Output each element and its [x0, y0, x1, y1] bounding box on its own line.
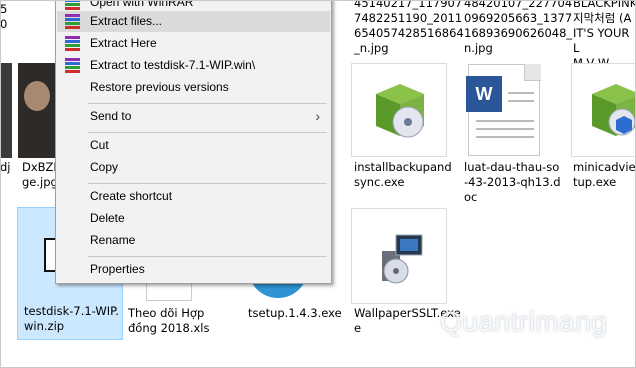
file-label-dj: dj [0, 160, 11, 174]
winrar-icon [65, 36, 80, 51]
file-label-jpg1[interactable]: 45140217_117907 7482251190_2011 65405742… [354, 0, 464, 56]
photo-thumbnail[interactable] [0, 63, 12, 158]
menu-item-cut[interactable]: Cut [57, 135, 330, 156]
menu-separator [88, 132, 327, 133]
partial-file-label: 5 0 [0, 2, 8, 31]
menu-item-extract-here[interactable]: Extract Here [57, 33, 330, 54]
word-document-icon[interactable]: W [466, 64, 548, 156]
menu-item-send-to[interactable]: Send to › [57, 106, 330, 127]
context-menu: Open with WinRAR Extract files... Extrac… [55, 0, 332, 284]
setup-computer-icon [382, 234, 423, 284]
menu-item-restore-previous-versions[interactable]: Restore previous versions [57, 77, 330, 98]
file-label-luat[interactable]: luat-dau-thau-so -43-2013-qh13.d oc [464, 160, 561, 205]
menu-item-create-shortcut[interactable]: Create shortcut [57, 186, 330, 207]
photo-thumbnail[interactable] [18, 63, 56, 158]
wallpaper-thumbnail[interactable] [351, 208, 447, 304]
winrar-icon [65, 58, 80, 73]
menu-item-extract-files[interactable]: Extract files... [57, 11, 330, 32]
winrar-icon [65, 14, 80, 29]
file-label-testdisk: testdisk-7.1-WIP. win.zip [24, 304, 119, 333]
minicad-thumbnail[interactable] [571, 63, 636, 157]
menu-separator [88, 256, 327, 257]
watermark: Quantrimang [440, 306, 608, 337]
menu-separator [88, 103, 327, 104]
installer-box-icon [376, 84, 424, 138]
file-label-installbackup[interactable]: installbackupand sync.exe [354, 160, 452, 190]
menu-item-properties[interactable]: Properties [57, 259, 330, 280]
installer-box-icon [592, 84, 636, 136]
menu-item-delete[interactable]: Delete [57, 208, 330, 229]
menu-item-extract-to[interactable]: Extract to testdisk-7.1-WIP.win\ [57, 55, 330, 76]
file-label-theodoi[interactable]: Theo dõi Hợp đồng 2018.xls [128, 306, 210, 336]
installer-thumbnail[interactable] [351, 63, 447, 157]
file-label-tsetup[interactable]: tsetup.1.4.3.exe [248, 306, 342, 321]
menu-separator [88, 183, 327, 184]
file-label-minicad[interactable]: minicadview tup.exe [573, 160, 636, 190]
winrar-icon [65, 0, 80, 10]
menu-item-rename[interactable]: Rename [57, 230, 330, 251]
file-label-jpg2[interactable]: 48420107_227704 0969205663_1377 16893690… [464, 0, 572, 56]
menu-item-copy[interactable]: Copy [57, 157, 330, 178]
chevron-right-icon: › [315, 108, 320, 124]
